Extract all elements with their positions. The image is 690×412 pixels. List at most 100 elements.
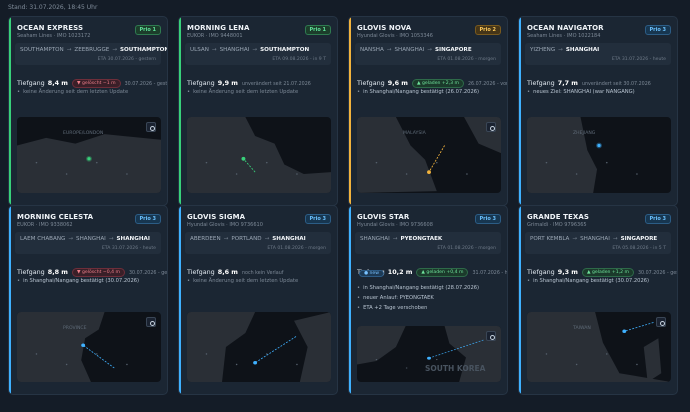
route-destination: PYEONGTAEK bbox=[400, 236, 443, 242]
map-city-dot bbox=[405, 367, 408, 369]
map-city-dot bbox=[296, 173, 298, 175]
vessel-card[interactable]: GRANDE TEXAS Grimaldi · IMO 9796365 Prio 3… bbox=[518, 205, 678, 395]
eta-text: ETA 09.08.2026 - in 9 T bbox=[272, 57, 326, 62]
map-canvas bbox=[527, 312, 671, 382]
priority-badge: Prio 2 bbox=[474, 25, 501, 35]
change-note: • neuer Anlauf: PYEONGTAEK bbox=[357, 293, 501, 303]
map-city-dot bbox=[235, 363, 238, 366]
change-note: • in Shanghai/Nangang bestätigt (30.07.20… bbox=[527, 276, 671, 286]
priority-badge: Prio 1 bbox=[304, 25, 331, 35]
bullet-icon: • bbox=[187, 89, 191, 95]
route-panel: LAEM CHABANG → SHANGHAI → SHANGHAI ETA 31.07.… bbox=[15, 232, 161, 254]
vessel-map[interactable]: MALAYSIA bbox=[357, 117, 501, 193]
vessel-map[interactable]: PROVINCE bbox=[17, 312, 161, 382]
map-recenter-button[interactable] bbox=[486, 331, 496, 341]
route-arrow-icon: → bbox=[264, 236, 270, 242]
priority-accent-bar bbox=[179, 206, 181, 394]
draft-label: Tiefgang bbox=[187, 268, 215, 276]
map-recenter-button[interactable] bbox=[146, 317, 156, 327]
route-port: ZEEBRUGGE bbox=[74, 47, 110, 53]
vessel-card[interactable]: MORNING CELESTA EUKOR · IMO 9338062 Prio 3… bbox=[8, 205, 168, 395]
card-footer bbox=[519, 386, 677, 394]
change-note-text: keine Änderung seit dem letzten Update bbox=[193, 89, 299, 95]
priority-badge: Prio 3 bbox=[304, 214, 331, 224]
map-city-dot bbox=[35, 161, 38, 164]
route-line: YIZHENG → SHANGHAI bbox=[530, 47, 599, 53]
map-landmass bbox=[357, 117, 501, 193]
vessel-card[interactable]: OCEAN EXPRESS Seaham Lines · IMO 1023172 P… bbox=[8, 16, 168, 206]
route-arrow-icon: → bbox=[392, 236, 398, 242]
eta-text: ETA 31.07.2026 - heute bbox=[101, 246, 156, 251]
vessel-map[interactable] bbox=[187, 117, 331, 193]
map-city-dot bbox=[296, 363, 298, 366]
vessel-name: MORNING CELESTA bbox=[17, 213, 94, 221]
change-notes: • in Shanghai/Nangang bestätigt (28.07.20… bbox=[357, 283, 501, 313]
vessel-map[interactable]: SOUTH KOREA bbox=[357, 326, 501, 382]
draft-value: 8,6 m bbox=[217, 268, 238, 276]
map-city-dot bbox=[636, 363, 638, 366]
vessel-grid: OCEAN EXPRESS Seaham Lines · IMO 1023172 P… bbox=[0, 0, 690, 412]
priority-accent-bar bbox=[519, 17, 521, 205]
draft-label: Tiefgang bbox=[187, 79, 215, 87]
priority-badge: Prio 3 bbox=[134, 214, 161, 224]
map-region-label: ZHEJIANG bbox=[573, 131, 596, 136]
vessel-track bbox=[254, 336, 297, 364]
change-note-text: in Shanghai/Nangang bestätigt (30.07.202… bbox=[23, 278, 140, 284]
route-arrow-icon: → bbox=[252, 47, 258, 53]
draft-row: Tiefgang 8,4 m ▼ gelöscht −1 m 30.07.2026 -… bbox=[17, 70, 167, 88]
vessel-card[interactable]: OCEAN NAVIGATOR Seaham Lines · IMO 102218… bbox=[518, 16, 678, 206]
vessel-map[interactable]: TAIWAN bbox=[527, 312, 671, 382]
vessel-operator-imo: Hyundai Glovis · IMO 9736608 bbox=[357, 222, 433, 228]
map-canvas bbox=[187, 117, 331, 193]
vessel-map[interactable]: ZHEJIANG bbox=[527, 117, 671, 193]
priority-badge: Prio 1 bbox=[134, 25, 161, 35]
change-note-text: in Shanghai/Nangang bestätigt (28.07.202… bbox=[363, 285, 480, 291]
vessel-card[interactable]: GLOVIS STAR Hyundai Glovis · IMO 9736608 P… bbox=[348, 205, 508, 395]
draft-value: 9,6 m bbox=[387, 79, 408, 87]
map-canvas bbox=[17, 134, 161, 193]
route-line: SOUTHAMPTON → ZEEBRUGGE → SOUTHAMPTON bbox=[20, 47, 167, 53]
route-arrow-icon: → bbox=[612, 236, 618, 242]
vessel-position-icon bbox=[81, 343, 86, 347]
vessel-map[interactable]: EUROPE/LONDON bbox=[17, 117, 161, 193]
route-destination: SHANGHAI bbox=[116, 236, 150, 242]
map-city-dot bbox=[436, 359, 438, 361]
map-recenter-button[interactable] bbox=[486, 122, 496, 132]
bullet-icon: • bbox=[17, 278, 21, 284]
priority-accent-bar bbox=[349, 206, 351, 394]
vessel-position-icon bbox=[427, 170, 431, 174]
route-line: SHANGHAI → PYEONGTAEK bbox=[360, 236, 442, 242]
map-region-label: PROVINCE bbox=[63, 326, 87, 331]
vessel-map[interactable] bbox=[187, 312, 331, 382]
route-port: SHANGHAI bbox=[219, 47, 250, 53]
route-port: LAEM CHABANG bbox=[20, 236, 66, 242]
change-notes: • keine Änderung seit dem letzten Update bbox=[187, 87, 331, 97]
route-port: YIZHENG bbox=[530, 47, 556, 53]
map-recenter-button[interactable] bbox=[656, 317, 666, 327]
map-canvas bbox=[527, 117, 638, 193]
map-city-dot bbox=[65, 363, 68, 366]
map-landmass bbox=[527, 117, 598, 193]
map-city-dot bbox=[35, 353, 38, 355]
change-notes: • in Shanghai/Nangang bestätigt (26.07.20… bbox=[357, 87, 501, 97]
route-panel: NANSHA → SHANGHAI → SINGAPORE ETA 01.08.2026 … bbox=[355, 43, 501, 65]
map-recenter-button[interactable] bbox=[146, 122, 156, 132]
vessel-card[interactable]: MORNING LENA EUKOR · IMO 9448001 Prio 1 ULS… bbox=[178, 16, 338, 206]
draft-label: Tiefgang bbox=[17, 79, 45, 87]
vessel-operator-imo: Seaham Lines · IMO 1023172 bbox=[17, 33, 91, 39]
change-notes: • keine Änderung seit dem letzten Update bbox=[17, 87, 161, 97]
vessel-name: GLOVIS STAR bbox=[357, 213, 410, 221]
map-city-dot bbox=[575, 363, 578, 366]
map-region-label: EUROPE/LONDON bbox=[63, 131, 104, 136]
draft-row: Tiefgang 9,6 m ▲ geladen +2,3 m 26.07.2026 … bbox=[357, 70, 507, 88]
vessel-card[interactable]: GLOVIS NOVA Hyundai Glovis · IMO 1053346 P… bbox=[348, 16, 508, 206]
vessel-card[interactable]: GLOVIS SIGMA Hyundai Glovis · IMO 9736610… bbox=[178, 205, 338, 395]
card-footer bbox=[519, 197, 677, 205]
route-port: SHANGHAI bbox=[360, 236, 390, 242]
route-port: SHANGHAI bbox=[580, 236, 610, 242]
route-line: ULSAN → SHANGHAI → SOUTHAMPTON bbox=[190, 47, 309, 53]
card-footer bbox=[349, 197, 507, 205]
map-city-dot bbox=[96, 353, 98, 355]
vessel-position-icon bbox=[427, 356, 431, 360]
priority-accent-bar bbox=[349, 17, 351, 205]
